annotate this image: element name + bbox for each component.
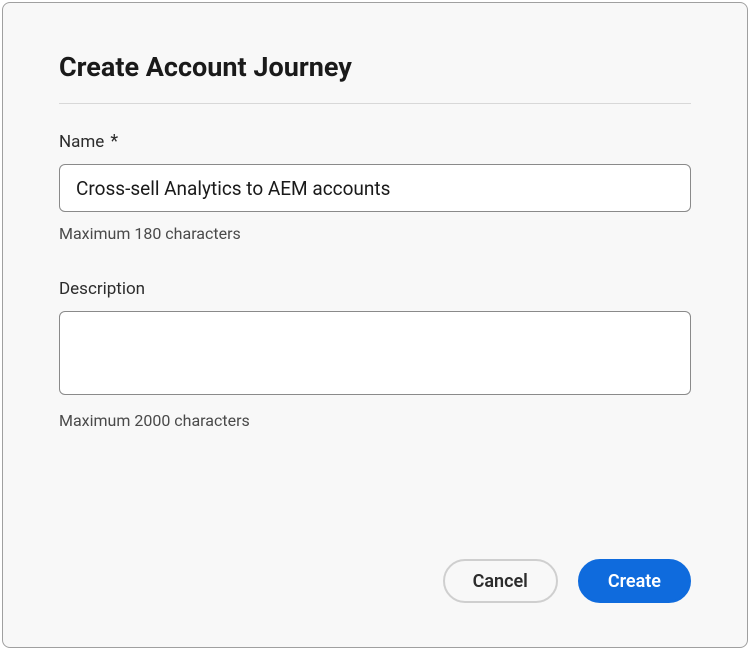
name-label-row: Name * [59, 132, 691, 152]
create-account-journey-dialog: Create Account Journey Name * Maximum 18… [2, 2, 748, 648]
description-field: Description Maximum 2000 characters [59, 279, 691, 430]
cancel-button[interactable]: Cancel [443, 559, 558, 603]
name-hint: Maximum 180 characters [59, 224, 691, 243]
dialog-button-row: Cancel Create [59, 559, 691, 607]
create-button[interactable]: Create [578, 559, 691, 603]
description-label: Description [59, 279, 145, 299]
required-asterisk-icon: * [110, 133, 118, 151]
name-field: Name * Maximum 180 characters [59, 132, 691, 243]
description-input[interactable] [59, 311, 691, 395]
name-label: Name [59, 132, 104, 152]
dialog-title: Create Account Journey [59, 51, 691, 83]
divider [59, 103, 691, 104]
name-input[interactable] [59, 164, 691, 212]
description-label-row: Description [59, 279, 691, 299]
description-hint: Maximum 2000 characters [59, 411, 691, 430]
